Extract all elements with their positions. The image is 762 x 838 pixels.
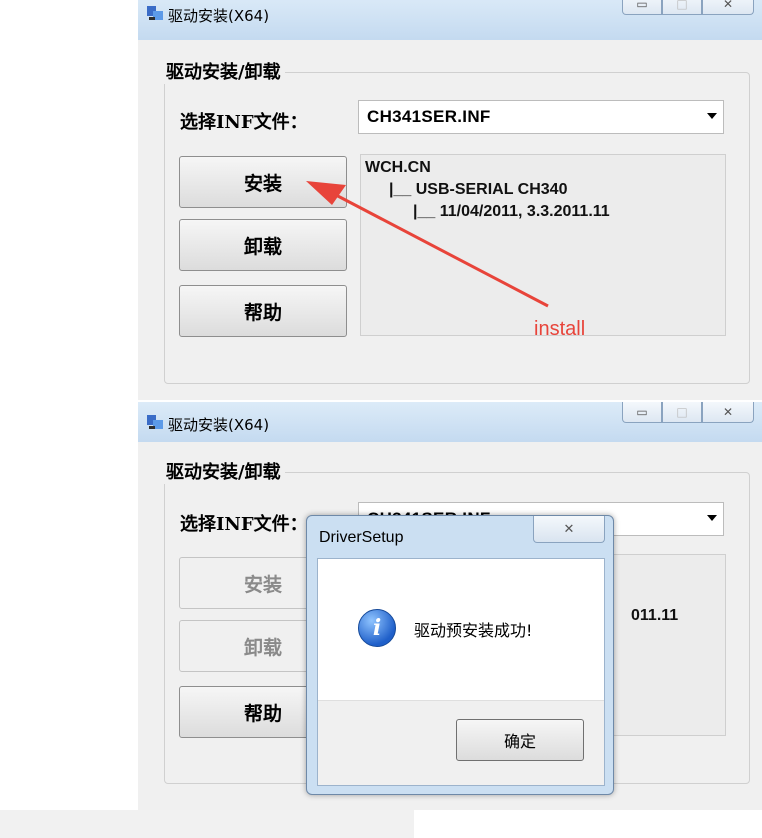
window-title: 驱动安装(X64): [168, 416, 270, 434]
info-line-device: |__ USB-SERIAL CH340: [389, 181, 568, 198]
info-line-version: 011.11: [631, 607, 679, 624]
title-bar: 驱动安装(X64) ▭ □ ✕: [138, 402, 762, 442]
uninstall-button[interactable]: 卸载: [179, 219, 347, 271]
driver-setup-dialog: DriverSetup ✕ i 驱动预安装成功! 确定: [306, 515, 614, 795]
inf-file-select[interactable]: CH341SER.INF: [358, 100, 724, 134]
info-icon: i: [358, 609, 396, 647]
window-controls: ▭ □ ✕: [622, 402, 754, 423]
app-icon: [147, 415, 163, 429]
install-button[interactable]: 安装: [179, 156, 347, 208]
maximize-button[interactable]: □: [662, 0, 702, 15]
driver-install-window: 驱动安装(X64) ▭ □ ✕ 驱动安装/卸载 选择INF文件： CH341SE…: [138, 0, 762, 400]
group-title: 驱动安装/卸载: [162, 458, 285, 484]
info-line-version: |__ 11/04/2011, 3.3.2011.11: [413, 203, 610, 220]
app-icon: [147, 6, 163, 20]
inf-file-label: 选择INF文件：: [180, 112, 308, 133]
minimize-button[interactable]: ▭: [622, 0, 662, 15]
dialog-title: DriverSetup: [319, 529, 404, 546]
group-title: 驱动安装/卸载: [162, 58, 285, 84]
window-title: 驱动安装(X64): [168, 7, 270, 25]
install-annotation: install: [534, 318, 586, 340]
bottom-strip: [0, 810, 414, 838]
title-bar: 驱动安装(X64) ▭ □ ✕: [138, 0, 762, 40]
chevron-down-icon[interactable]: [707, 113, 717, 119]
minimize-button[interactable]: ▭: [622, 402, 662, 423]
maximize-button[interactable]: □: [662, 402, 702, 423]
info-line-vendor: WCH.CN: [365, 159, 431, 176]
help-button[interactable]: 帮助: [179, 285, 347, 337]
dialog-footer: 确定: [318, 700, 604, 785]
driver-info-box: WCH.CN |__ USB-SERIAL CH340 |__ 11/04/20…: [360, 154, 726, 336]
inf-file-value: CH341SER.INF: [367, 107, 491, 126]
close-button[interactable]: ✕: [702, 402, 754, 423]
window-controls: ▭ □ ✕: [622, 0, 754, 15]
chevron-down-icon[interactable]: [707, 515, 717, 521]
dialog-close-button[interactable]: ✕: [533, 516, 605, 543]
ok-button[interactable]: 确定: [456, 719, 584, 761]
dialog-message: 驱动预安装成功!: [414, 621, 533, 640]
close-button[interactable]: ✕: [702, 0, 754, 15]
dialog-body: i 驱动预安装成功! 确定: [317, 558, 605, 786]
inf-file-label: 选择INF文件：: [180, 514, 308, 535]
